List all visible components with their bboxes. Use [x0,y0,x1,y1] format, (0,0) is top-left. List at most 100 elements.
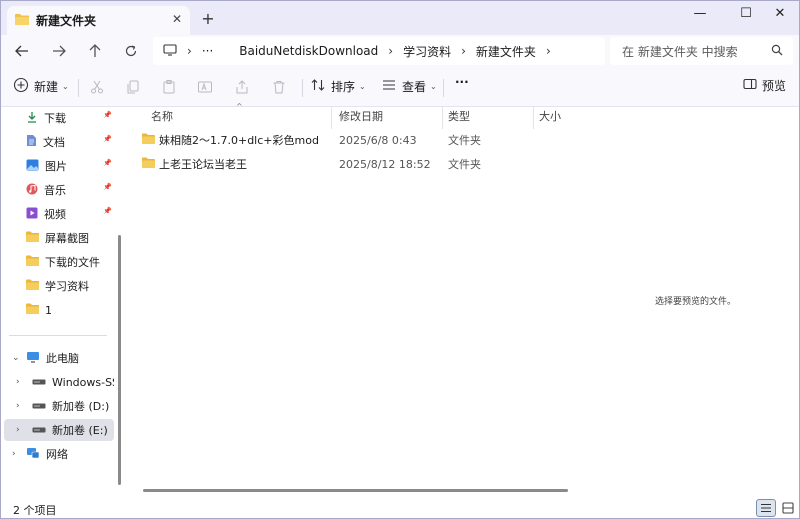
sidebar-item[interactable]: 下载 📌 [4,107,114,129]
sidebar-item-this-pc[interactable]: ⌄ 此电脑 [4,347,114,369]
folder-icon [142,157,155,171]
preview-message: 选择要预览的文件。 [655,297,737,307]
details-view-icon[interactable] [756,499,776,517]
folder-icon [142,133,155,147]
sort-button-label: 排序 [331,80,356,94]
title-bar: 新建文件夹 ✕ + — ☐ ✕ [1,1,799,35]
refresh-icon[interactable] [120,41,142,61]
breadcrumb-item[interactable]: 新建文件夹 [476,43,536,60]
folder-icon [26,279,39,293]
folder-icon [26,231,39,245]
chevron-right-icon[interactable]: › [16,425,20,435]
sidebar-item[interactable]: 视频 📌 [4,203,114,225]
chevron-right-icon: › [187,44,192,58]
search-input[interactable]: 在 新建文件夹 中搜索 [610,37,793,65]
file-explorer-window: 新建文件夹 ✕ + — ☐ ✕ › ··· BaiduNetdiskDownlo… [0,0,800,519]
sidebar-item-network[interactable]: › 网络 [4,443,114,465]
navigation-bar: › ··· BaiduNetdiskDownload › 学习资料 › 新建文件… [1,35,799,67]
sidebar-item-label: 此电脑 [46,352,79,365]
breadcrumb-item[interactable]: BaiduNetdiskDownload [239,44,378,58]
pin-icon[interactable]: 📌 [103,111,112,119]
toolbar-divider [302,79,303,97]
file-name: 妹相随2～1.7.0+dlc+彩色mod [159,134,319,147]
column-header-size[interactable]: 大小 [533,107,588,125]
chevron-right-icon[interactable]: › [12,449,16,459]
computer-icon [26,351,40,366]
cut-icon[interactable] [89,79,105,95]
pin-icon[interactable]: 📌 [103,183,112,191]
breadcrumb-item[interactable]: 学习资料 [403,43,451,60]
search-icon[interactable] [771,44,783,59]
sidebar-item[interactable]: 1 [4,299,114,321]
preview-pane-button[interactable]: 预览 [743,77,786,94]
sidebar-item[interactable]: 学习资料 [4,275,114,297]
back-arrow-icon[interactable] [11,41,33,61]
folder-icon [26,303,39,317]
new-button[interactable]: 新建 ⌄ [13,77,69,96]
forward-arrow-icon[interactable] [48,41,70,61]
chevron-down-icon: ⌄ [359,82,366,91]
sidebar-scrollbar[interactable] [118,235,121,485]
preview-pane: 选择要预览的文件。 [592,107,799,496]
pin-icon[interactable]: 📌 [103,135,112,143]
sidebar-item[interactable]: 图片 📌 [4,155,114,177]
chevron-right-icon[interactable]: › [16,401,20,411]
more-options-button[interactable]: ··· [455,75,469,89]
column-separator[interactable] [331,107,332,129]
sidebar-item-drive[interactable]: › 新加卷 (E:) [4,419,114,441]
sidebar-item[interactable]: 屏幕截图 [4,227,114,249]
new-tab-button[interactable]: + [199,9,217,28]
add-circle-icon [13,77,29,96]
pictures-icon [26,159,39,174]
sort-button[interactable]: 排序 ⌄ [310,77,366,96]
folder-icon [15,13,29,28]
chevron-right-icon[interactable]: › [16,377,20,387]
pin-icon[interactable]: 📌 [103,207,112,215]
file-name-cell[interactable]: 上老王论坛当老王 [142,156,247,172]
tab-close-icon[interactable]: ✕ [172,12,182,26]
drive-icon [32,376,46,389]
sidebar-item[interactable]: 音乐 📌 [4,179,114,201]
chevron-down-icon: ⌄ [430,82,437,91]
tiles-view-icon[interactable] [778,499,798,517]
modified-date: 2025/6/8 0:43 [339,133,417,147]
column-header-type[interactable]: 类型 [442,107,532,125]
music-icon [26,183,38,198]
view-button[interactable]: 查看 ⌄ [381,77,437,96]
copy-icon[interactable] [125,79,141,95]
column-header-date[interactable]: 修改日期 [333,107,438,125]
sidebar-item-drive[interactable]: › 新加卷 (D:) [4,395,114,417]
address-bar[interactable]: › ··· BaiduNetdiskDownload › 学习资料 › 新建文件… [153,37,605,65]
sidebar-item[interactable]: 文档 📌 [4,131,114,153]
sidebar-item[interactable]: 下载的文件 [4,251,114,273]
close-button[interactable]: ✕ [757,1,799,25]
rename-icon[interactable] [197,79,213,95]
sidebar-item-label: 文档 [43,136,65,149]
table-row[interactable]: 妹相随2～1.7.0+dlc+彩色mod 2025/6/8 0:43 文件夹 [142,129,582,151]
table-row[interactable]: 上老王论坛当老王 2025/8/12 18:52 文件夹 [142,153,582,175]
delete-icon[interactable] [271,79,287,95]
breadcrumb-more[interactable]: ··· [202,44,213,58]
horizontal-scrollbar[interactable] [143,489,568,492]
chevron-right-icon[interactable]: › [461,44,466,58]
up-arrow-icon[interactable] [84,41,106,61]
sidebar-item-label: 网络 [46,448,68,461]
chevron-right-icon[interactable]: › [388,44,393,58]
tab-active[interactable]: 新建文件夹 ✕ [7,6,190,35]
sidebar-item-label: 下载 [44,112,66,125]
preview-button-label: 预览 [762,79,787,93]
minimize-button[interactable]: — [677,1,723,25]
chevron-down-icon[interactable]: ⌄ [12,353,20,363]
file-list: ^ 名称 修改日期 类型 大小 妹相随2～1.7.0+dlc+彩色mod 2025… [128,102,592,496]
file-name-cell[interactable]: 妹相随2～1.7.0+dlc+彩色mod [142,132,319,148]
sidebar-item-drive[interactable]: › Windows-SSD [4,371,114,393]
pin-icon[interactable]: 📌 [103,159,112,167]
column-header-name[interactable]: 名称 [145,107,325,125]
navigation-pane: 下载 📌 文档 📌 图片 📌 音乐 📌 视频 📌 屏幕截图 下载的文件 学习资料 1 ⌄ 此电脑 › Win… [1,107,124,496]
command-bar: 新建 ⌄ 排序 ⌄ 查看 ⌄ ··· 预览 [1,67,799,107]
share-icon[interactable] [234,79,250,95]
toolbar-divider [78,79,79,97]
drive-icon [32,424,46,437]
chevron-right-icon[interactable]: › [546,44,551,58]
paste-icon[interactable] [161,79,177,95]
